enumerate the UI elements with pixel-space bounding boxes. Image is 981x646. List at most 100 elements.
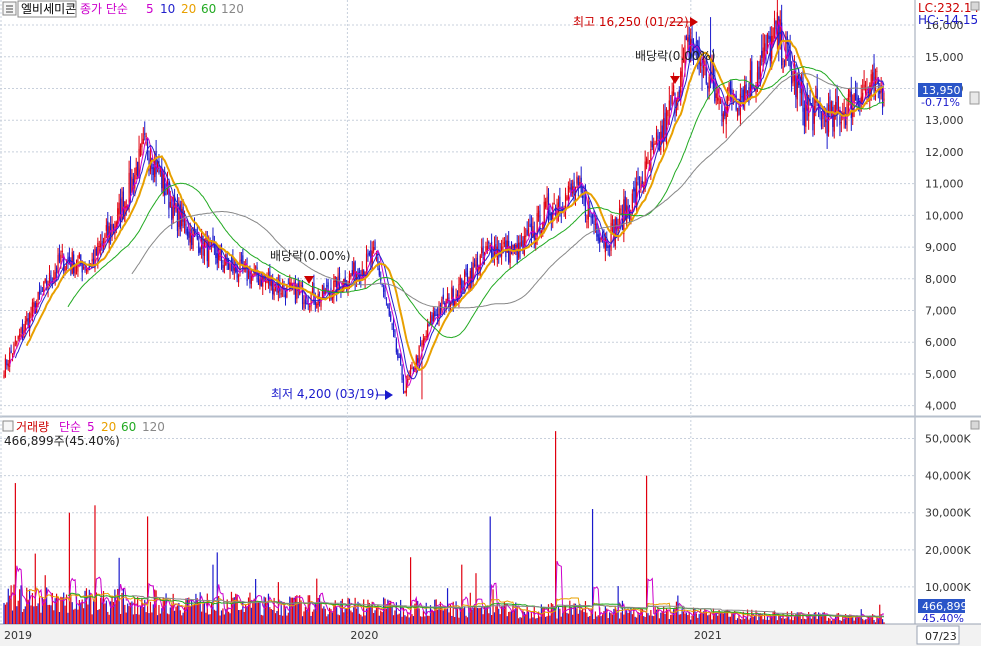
volume-bar	[84, 590, 86, 624]
volume-bar	[236, 594, 238, 624]
candle-body	[672, 85, 675, 95]
volume-bar	[866, 619, 868, 624]
volume-bar	[394, 610, 396, 624]
volume-tick-label: 50,000K	[925, 433, 971, 446]
volume-bar	[10, 585, 12, 624]
candle-body	[701, 69, 703, 77]
candle-body	[627, 206, 629, 210]
volume-bar	[728, 616, 730, 624]
volume-bar	[421, 616, 423, 624]
volume-bar	[316, 578, 318, 624]
volume-bar	[347, 597, 349, 624]
volume-menu-icon[interactable]	[2, 420, 14, 432]
volume-bar	[240, 609, 243, 624]
candle-body	[419, 343, 422, 345]
candle-body	[881, 87, 884, 108]
volume-bar	[20, 585, 22, 624]
candle-body	[351, 269, 353, 276]
candle-body	[57, 254, 59, 269]
volume-bar	[351, 612, 353, 624]
candle-body	[228, 259, 230, 270]
volume-bar	[475, 573, 477, 624]
volume-bar	[684, 613, 686, 624]
volume-bar	[63, 592, 65, 624]
volume-bar	[643, 616, 645, 624]
candle-body	[862, 92, 864, 101]
expand-icon[interactable]	[970, 420, 980, 430]
volume-bar	[621, 600, 624, 624]
volume-bar	[373, 612, 375, 624]
volume-bar	[94, 505, 96, 624]
candle-body	[439, 305, 442, 315]
candle-body	[316, 303, 318, 308]
volume-bar	[572, 614, 574, 624]
volume-bar	[17, 600, 19, 624]
vol-ma-period-20[interactable]: 20	[101, 420, 116, 434]
volume-bar	[411, 614, 413, 624]
volume-bar	[212, 564, 214, 624]
ma-period-5[interactable]: 5	[146, 2, 154, 16]
vol-ma-period-120[interactable]: 120	[142, 420, 165, 434]
candle-body	[374, 241, 376, 250]
volume-bar	[26, 587, 28, 624]
volume-bar	[776, 620, 778, 624]
candle-body	[309, 306, 311, 308]
volume-bar	[91, 614, 93, 624]
candle-body	[597, 234, 599, 241]
ma-period-120[interactable]: 120	[221, 2, 244, 16]
volume-bar	[223, 614, 225, 624]
volume-bar	[653, 616, 655, 624]
ma-period-20[interactable]: 20	[181, 2, 196, 16]
candle-body	[240, 259, 243, 261]
candle-body	[434, 311, 436, 317]
volume-bar	[216, 552, 218, 624]
volume-bar	[695, 613, 697, 624]
candle-body	[38, 289, 41, 295]
volume-bar	[600, 616, 602, 624]
candle-body	[650, 148, 652, 170]
expand-icon[interactable]	[970, 1, 980, 11]
volume-bar	[74, 608, 76, 624]
candle-body	[525, 235, 527, 237]
candle-body	[883, 98, 885, 101]
volume-bar	[313, 609, 315, 624]
volume-bar	[272, 609, 274, 624]
volume-bar	[862, 618, 864, 624]
ma-period-10[interactable]: 10	[160, 2, 175, 16]
volume-bar	[672, 609, 675, 624]
candle-body	[634, 188, 636, 204]
ma-period-60[interactable]: 60	[201, 2, 216, 16]
volume-bar	[754, 616, 756, 624]
candle-body	[486, 246, 488, 251]
candle-body	[582, 195, 584, 198]
candle-body	[451, 287, 453, 299]
volume-bar	[745, 617, 747, 624]
volume-bar	[843, 618, 845, 624]
candle-body	[110, 224, 112, 237]
volume-bar	[527, 611, 530, 624]
volume-bar	[78, 599, 80, 624]
volume-bar	[142, 606, 144, 624]
candle-body	[485, 246, 487, 251]
vol-ma-period-60[interactable]: 60	[121, 420, 136, 434]
candle-body	[390, 314, 392, 321]
candle-body	[515, 244, 517, 249]
volume-bar	[805, 619, 807, 624]
volume-bar	[853, 620, 855, 624]
volume-bar	[418, 608, 420, 624]
volume-bar	[176, 605, 179, 624]
volume-bar	[682, 611, 685, 624]
vol-ma-period-5[interactable]: 5	[87, 420, 95, 434]
volume-bar	[721, 612, 723, 624]
volume-bar	[152, 604, 154, 624]
candle-body	[83, 266, 85, 269]
candle-body	[769, 36, 771, 61]
volume-bar	[320, 601, 322, 624]
volume-bar	[331, 612, 334, 624]
volume-bar	[466, 617, 469, 624]
candle-body	[856, 94, 858, 104]
scroll-handle[interactable]	[969, 91, 980, 105]
candle-body	[705, 67, 707, 84]
candle-body	[417, 358, 419, 363]
volume-bar	[219, 615, 221, 624]
